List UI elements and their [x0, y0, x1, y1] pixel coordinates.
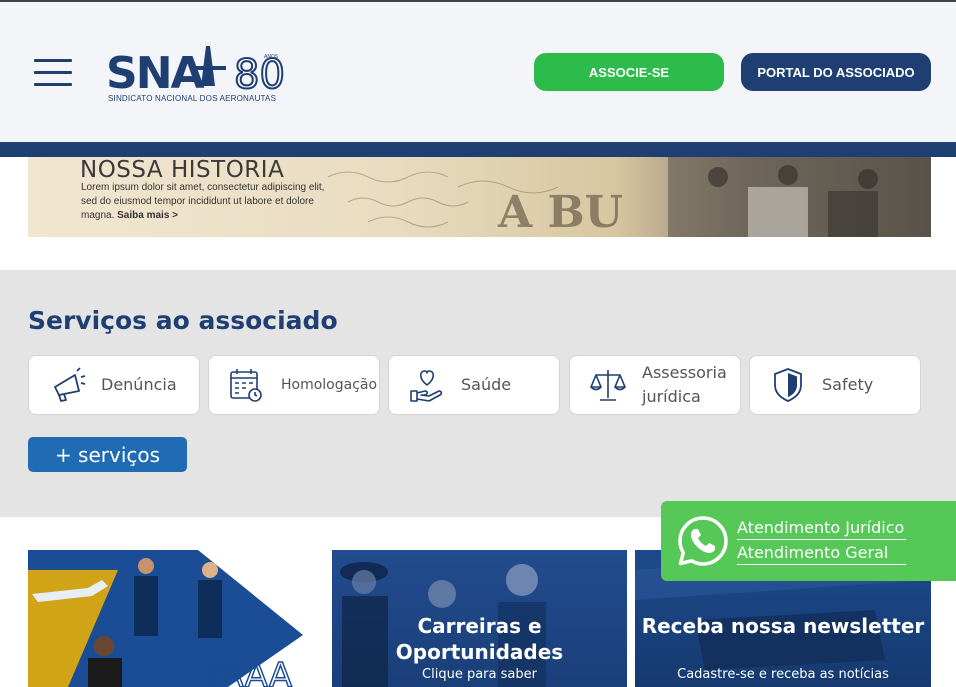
shield-icon [774, 368, 802, 402]
promo-carreiras[interactable]: Carreiras e Oportunidades Clique para sa… [332, 550, 627, 687]
svg-text:A BU: A BU [497, 187, 623, 237]
megaphone-icon [54, 367, 86, 402]
newsletter-subtitle: Cadastre-se e receba as notícias [677, 667, 889, 682]
service-card-safety[interactable]: Safety [749, 355, 921, 415]
saiba-mais-link[interactable]: Saiba mais > [117, 210, 178, 221]
service-label: Saúde [461, 375, 512, 394]
associe-se-button[interactable]: ASSOCIE-SE [534, 53, 724, 91]
heart-hand-icon [410, 370, 443, 402]
site-header: SNA 80 ANOS SINDICATO NACIONAL DOS AERON… [0, 2, 956, 142]
scales-icon [590, 370, 626, 401]
portal-associado-button[interactable]: PORTAL DO ASSOCIADO [741, 53, 931, 91]
service-label: Homologação [281, 377, 378, 393]
newsletter-title: Receba nossa newsletter [641, 614, 925, 638]
service-card-assessoria[interactable]: Assessoria jurídica [569, 355, 741, 415]
logo-subtitle: SINDICATO NACIONAL DOS AERONAUTAS [108, 94, 277, 103]
calendar-clock-icon [230, 369, 262, 402]
carreiras-title: Carreiras e Oportunidades [395, 614, 564, 664]
service-label: Assessoria jurídica [642, 363, 727, 406]
faaa-banner-art: FAAA [28, 550, 303, 687]
more-services-button[interactable]: + serviços [28, 437, 187, 472]
whatsapp-geral-link[interactable]: Atendimento Geral [737, 543, 906, 565]
history-text: Lorem ipsum dolor sit amet, consectetur … [81, 181, 341, 223]
service-card-homologacao[interactable]: Homologação [208, 355, 380, 415]
carreiras-subtitle: Clique para saber [422, 667, 537, 682]
service-label: Denúncia [101, 375, 177, 394]
whatsapp-juridico-link[interactable]: Atendimento Jurídico [737, 518, 906, 540]
service-card-denuncia[interactable]: Denúncia [28, 355, 200, 415]
svg-text:FAAA: FAAA [204, 656, 292, 687]
history-banner[interactable]: A BU NOSSA HISTORIA Lorem ipsum dolor si… [28, 157, 931, 237]
whatsapp-widget: Atendimento Jurídico Atendimento Geral [661, 501, 956, 581]
sna-logo-graphic: SNA 80 ANOS [106, 46, 286, 99]
hamburger-menu-icon[interactable] [34, 59, 74, 87]
nav-band [0, 142, 956, 157]
whatsapp-icon[interactable] [676, 514, 730, 568]
svg-text:SNA: SNA [106, 48, 205, 98]
svg-text:ANOS: ANOS [264, 54, 279, 60]
history-title: NOSSA HISTORIA [80, 157, 285, 183]
services-title: Serviços ao associado [28, 306, 338, 335]
services-section: Serviços ao associado Denúncia Homologaç… [0, 270, 956, 517]
promo-faaa[interactable]: FAAA [28, 550, 303, 687]
service-card-saude[interactable]: Saúde [388, 355, 560, 415]
service-label: Safety [822, 375, 874, 394]
